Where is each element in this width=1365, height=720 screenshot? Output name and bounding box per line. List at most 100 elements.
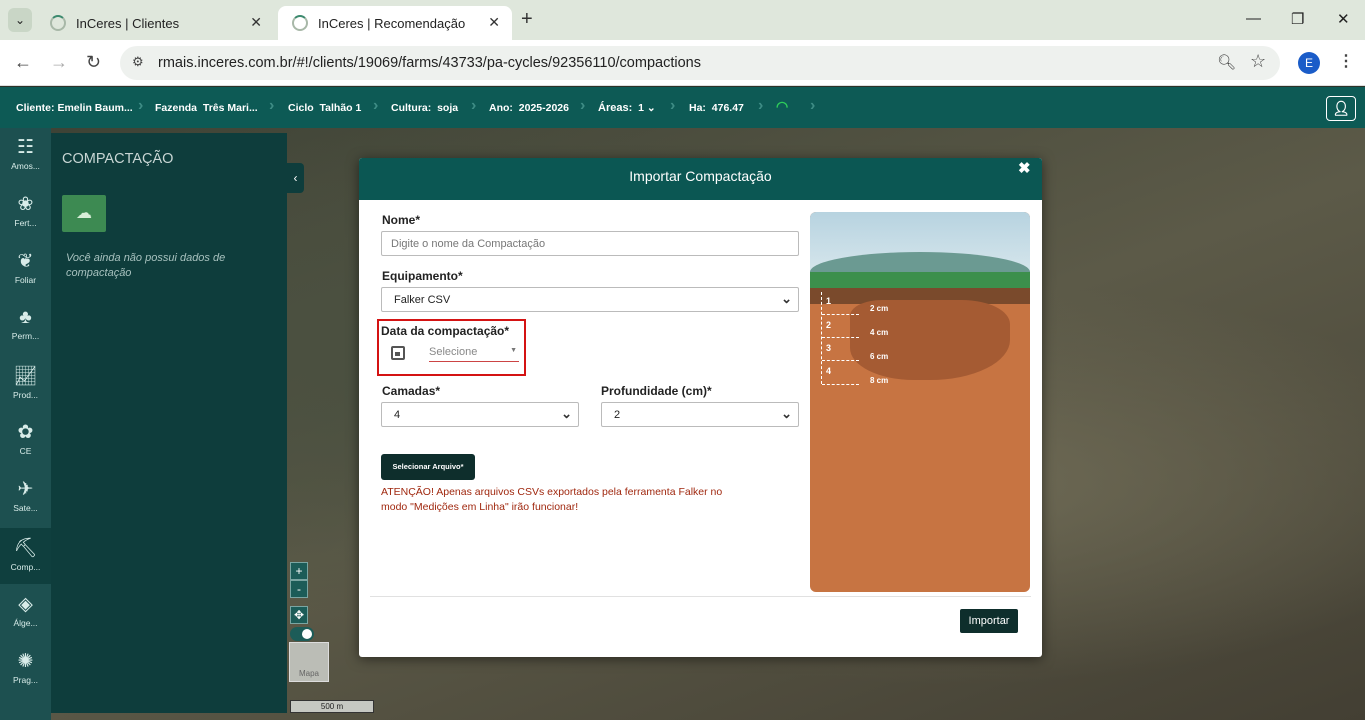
chevron-right-icon: › (580, 97, 586, 114)
url-text[interactable]: rmais.inceres.com.br/#!/clients/19069/fa… (158, 55, 701, 71)
site-info-icon[interactable]: ⚙ (132, 54, 144, 70)
chevron-down-icon: ⌄ (646, 102, 656, 114)
equipamento-select[interactable]: Falker CSV ⌄ (381, 287, 799, 312)
tab-title: InCeres | Clientes (76, 15, 180, 31)
rail-item-label: Sate... (13, 503, 38, 513)
restore-button[interactable]: ❐ (1291, 10, 1304, 28)
tab-loading-icon (292, 15, 308, 31)
crumb-fazenda[interactable]: Fazenda Três Mari... (155, 102, 258, 114)
date-field-highlight: Data da compactação* Selecione ▼ (377, 319, 526, 376)
fertility-icon: ❀ (17, 194, 34, 215)
chevron-right-icon: › (269, 97, 275, 114)
upload-button[interactable]: ☁ (62, 195, 106, 232)
close-window-button[interactable]: ✕ (1337, 10, 1350, 28)
chevron-right-icon: › (810, 97, 816, 114)
ce-icon: ✿ (17, 422, 34, 443)
rail-item-label: Prag... (12, 675, 39, 685)
browser-tab-recomendacao[interactable]: InCeres | Recomendação ✕ (278, 6, 512, 40)
layers-icon: ◈ (18, 594, 33, 615)
crumb-label: Cultura: (391, 102, 432, 114)
back-button[interactable]: ← (14, 52, 32, 73)
pest-icon: ✺ (17, 651, 34, 672)
zoom-in-button[interactable]: + (290, 562, 308, 580)
forward-button[interactable]: → (50, 52, 68, 73)
crumb-value: 476.47 (711, 102, 744, 114)
rail-item-algebra[interactable]: ◈ Álge... (0, 585, 51, 641)
crumb-value: 1 (638, 102, 644, 114)
crumb-ano[interactable]: Ano: 2025-2026 (489, 102, 569, 114)
tab-loading-icon (50, 15, 66, 31)
bookmark-star-icon[interactable]: ☆ (1250, 51, 1266, 72)
tab-search-button[interactable]: ⌄ (8, 8, 32, 32)
layer-toggle[interactable] (290, 627, 314, 641)
rail-item-permanente[interactable]: ♣ Perm... (0, 299, 51, 355)
close-icon[interactable]: ✖ (1018, 159, 1031, 177)
rail-item-compactacao[interactable]: ⛏︎ Comp... (0, 528, 51, 584)
soil-layers-illustration: 1 2 cm 2 4 cm 3 6 cm 4 8 cm (810, 212, 1030, 592)
caret-down-icon: ▼ (510, 347, 517, 354)
rail-item-label: Comp... (10, 562, 41, 572)
layer-number: 3 (826, 343, 832, 353)
camadas-select[interactable]: 4 ⌄ (381, 402, 579, 427)
zoom-icon[interactable]: 🔍︎ (1217, 53, 1236, 71)
address-bar-row: ← → ↻ ⚙ rmais.inceres.com.br/#!/clients/… (0, 40, 1365, 86)
browser-tab-clientes[interactable]: InCeres | Clientes ✕ (36, 6, 274, 40)
crumb-label: Cliente: (16, 102, 55, 114)
leaf-icon: ❦ (17, 251, 34, 272)
new-tab-button[interactable]: + (521, 8, 533, 31)
rail-item-label: Prod... (12, 390, 39, 400)
close-tab-icon[interactable]: ✕ (488, 14, 500, 31)
rail-item-label: CE (19, 446, 32, 456)
crumb-areas[interactable]: Áreas: 1 ⌄ (598, 102, 656, 114)
user-account-button[interactable]: 👤︎ (1326, 96, 1356, 121)
import-button[interactable]: Importar (960, 609, 1018, 633)
rail-item-label: Fert... (14, 218, 37, 228)
select-file-button[interactable]: Selecionar Arquivo* (381, 454, 475, 480)
cloud-upload-icon: ☁ (76, 205, 92, 222)
reload-button[interactable]: ↻ (86, 52, 101, 73)
date-picker[interactable]: Selecione ▼ (429, 342, 519, 362)
crumb-label: Ano: (489, 102, 513, 114)
wifi-icon: ◠ (776, 98, 789, 114)
rail-item-foliar[interactable]: ❦ Foliar (0, 242, 51, 298)
crumb-label: Ha: (689, 102, 706, 114)
browser-menu-icon[interactable]: ⋮ (1338, 51, 1354, 71)
calendar-icon[interactable] (391, 346, 405, 360)
rail-item-amostragem[interactable]: ☷ Amos... (0, 128, 51, 184)
app-header: Cliente: Emelin Baum... › Fazenda Três M… (0, 87, 1365, 128)
crumb-cultura[interactable]: Cultura: soja (391, 102, 458, 114)
select-value: 4 (394, 409, 401, 421)
layer-divider (822, 314, 859, 315)
nome-input[interactable]: Digite o nome da Compactação (381, 231, 799, 256)
camadas-label: Camadas* (382, 384, 441, 398)
close-tab-icon[interactable]: ✕ (250, 14, 262, 31)
rail-item-fertilidade[interactable]: ❀ Fert... (0, 185, 51, 241)
zoom-out-button[interactable]: - (290, 580, 308, 598)
crumb-value: soja (437, 102, 459, 114)
chevron-down-icon: ⌄ (781, 406, 792, 421)
import-compaction-modal: Importar Compactação ✖ Nome* Digite o no… (359, 158, 1042, 657)
rail-item-label: Foliar (14, 275, 37, 285)
minimize-button[interactable]: — (1246, 10, 1261, 27)
rail-item-pragas[interactable]: ✺ Prag... (0, 642, 51, 698)
module-rail: ☷ Amos... ❀ Fert... ❦ Foliar ♣ Perm... 📈︎ Pro… (0, 128, 51, 720)
rail-item-produtividade[interactable]: 📈︎ Prod... (0, 356, 51, 412)
crumb-ciclo[interactable]: Ciclo Talhão 1 (288, 102, 361, 114)
select-value: 2 (614, 409, 621, 421)
profundidade-select[interactable]: 2 ⌄ (601, 402, 799, 427)
collapse-panel-button[interactable]: ‹ (287, 163, 304, 193)
samples-icon: ☷ (16, 137, 35, 158)
crumb-cliente[interactable]: Cliente: Emelin Baum... (16, 102, 133, 114)
map-scale: 500 m (290, 700, 374, 713)
basemap-switcher[interactable]: Mapa (289, 642, 329, 682)
omnibox[interactable]: ⚙ rmais.inceres.com.br/#!/clients/19069/… (120, 46, 1280, 80)
compaction-panel: COMPACTAÇÃO ☁ Você ainda não possui dado… (51, 133, 287, 713)
pan-button[interactable]: ✥ (290, 606, 308, 624)
user-icon: 👤︎ (1332, 100, 1350, 116)
rail-item-satelite[interactable]: ✈︎ Sate... (0, 470, 51, 526)
layer-depth: 8 cm (870, 376, 889, 385)
layer-depth: 2 cm (870, 304, 889, 313)
modal-header: Importar Compactação ✖ (359, 158, 1042, 200)
rail-item-ce[interactable]: ✿ CE (0, 413, 51, 469)
profile-avatar[interactable]: E (1298, 52, 1320, 74)
